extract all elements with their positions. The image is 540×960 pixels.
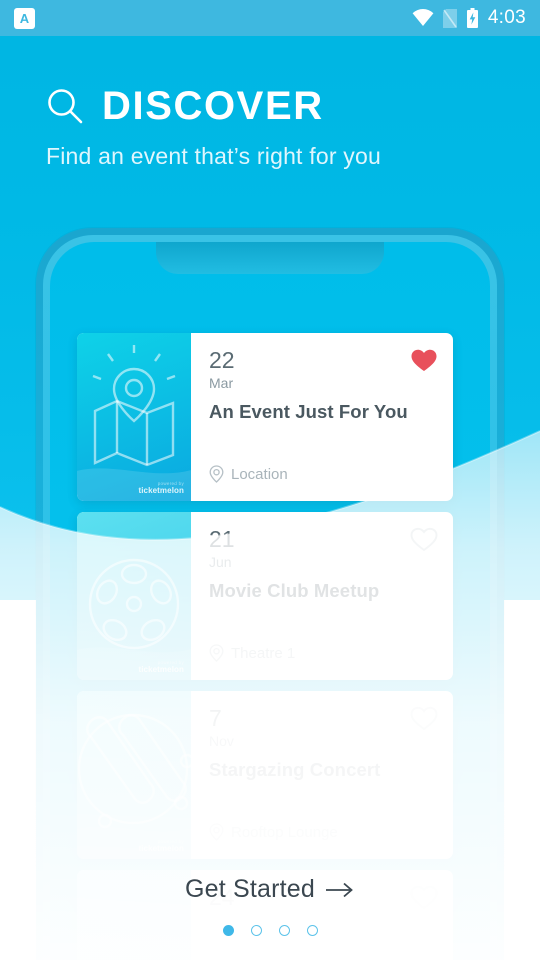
event-location: Rooftop Lounge <box>209 823 338 841</box>
pagination-dot[interactable] <box>278 925 290 936</box>
brand-watermark: powered by ticketmelon <box>138 839 184 854</box>
event-thumbnail: powered by ticketmelon <box>77 333 191 501</box>
brand-watermark: powered by ticketmelon <box>138 481 184 496</box>
event-day: 21 <box>209 526 235 552</box>
event-location: Location <box>209 465 288 483</box>
favorite-button[interactable] <box>410 347 438 373</box>
event-details: 22 Mar An Event Just For You Location <box>191 333 453 501</box>
event-title: Stargazing Concert <box>209 759 381 780</box>
battery-charging-icon <box>466 8 478 28</box>
event-month: Nov <box>209 733 234 749</box>
pagination-dot[interactable] <box>250 925 262 936</box>
event-details: 7 Nov Stargazing Concert Rooftop Lounge <box>191 691 453 859</box>
arrow-right-icon <box>326 882 353 897</box>
watermark-brand: ticketmelon <box>138 486 184 495</box>
search-icon[interactable] <box>46 87 84 125</box>
favorite-button[interactable] <box>410 526 438 552</box>
phone-notch <box>156 242 384 274</box>
no-sim-icon <box>442 8 457 28</box>
event-location-label: Theatre 1 <box>231 644 296 662</box>
event-location-label: Rooftop Lounge <box>231 823 338 841</box>
event-month: Mar <box>209 375 234 391</box>
event-month: Jun <box>209 554 232 570</box>
event-day: 7 <box>209 705 222 731</box>
event-title: An Event Just For You <box>209 401 408 422</box>
event-location-label: Location <box>231 465 288 483</box>
event-location: Theatre 1 <box>209 644 295 662</box>
event-card[interactable]: powered by ticketmelon 22 Mar An Event J… <box>77 333 453 501</box>
map-pin-icon <box>209 465 224 483</box>
event-card-list[interactable]: powered by ticketmelon 22 Mar An Event J… <box>77 333 453 960</box>
get-started-button[interactable]: Get Started <box>0 875 540 904</box>
event-card[interactable]: powered by ticketmelon 21 Jun Movie Club… <box>77 512 453 680</box>
watermark-brand: ticketmelon <box>138 665 184 674</box>
wifi-icon <box>412 9 434 27</box>
page-title: DISCOVER <box>102 84 324 128</box>
map-pin-icon <box>209 644 224 662</box>
event-card[interactable]: powered by ticketmelon 7 Nov Stargazing … <box>77 691 453 859</box>
onboarding-screen: powered by ticketmelon 22 Mar An Event J… <box>0 0 540 960</box>
map-pin-icon <box>209 823 224 841</box>
app-icon: A <box>14 7 35 29</box>
event-thumbnail: powered by ticketmelon <box>77 512 191 680</box>
page-subtitle: Find an event that’s right for you <box>46 143 381 169</box>
status-bar: A 4:03 <box>0 0 540 36</box>
clock: 4:03 <box>487 7 526 28</box>
pagination-dot[interactable] <box>222 925 234 936</box>
favorite-button[interactable] <box>410 705 438 731</box>
event-thumbnail: powered by ticketmelon <box>77 691 191 859</box>
event-day: 22 <box>209 347 235 373</box>
status-icons: 4:03 <box>412 7 526 29</box>
get-started-label: Get Started <box>184 875 316 903</box>
pagination-dots[interactable] <box>0 925 540 936</box>
page-header: DISCOVER Find an event that’s right for … <box>0 86 540 170</box>
brand-watermark: powered by ticketmelon <box>138 660 184 675</box>
watermark-brand: ticketmelon <box>138 844 184 853</box>
event-title: Movie Club Meetup <box>209 580 380 601</box>
event-details: 21 Jun Movie Club Meetup Theatre 1 <box>191 512 453 680</box>
pagination-dot[interactable] <box>306 925 318 936</box>
